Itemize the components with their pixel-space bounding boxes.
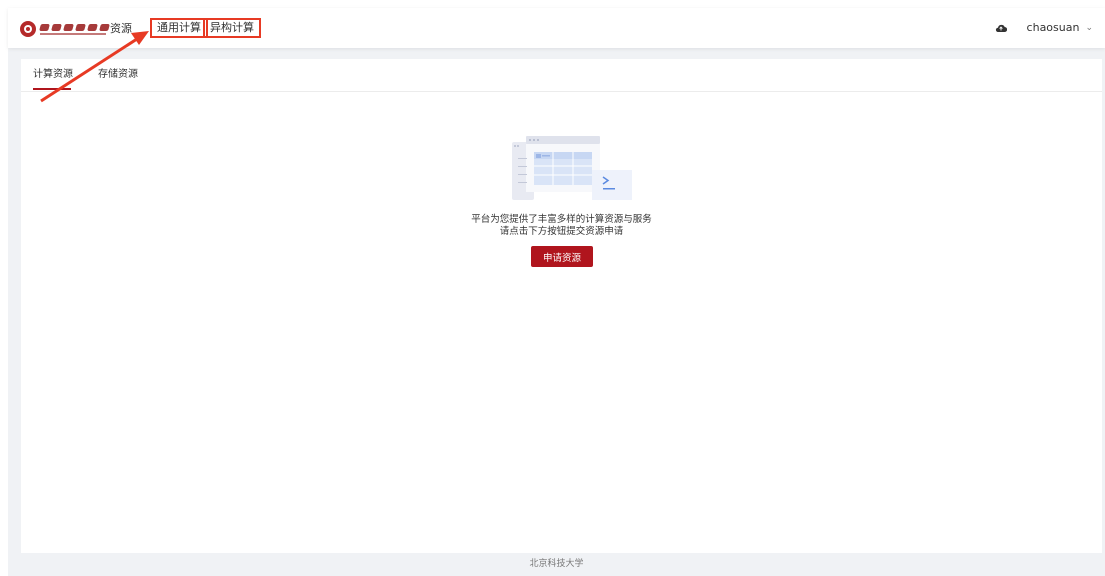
username: chaosuan xyxy=(1026,21,1080,34)
active-tab-indicator xyxy=(33,88,71,90)
tab-compute-resources[interactable]: 计算资源 xyxy=(33,68,73,82)
chevron-down-icon: ⌄ xyxy=(1085,23,1093,33)
top-navbar: 资源 通用计算 异构计算 chaosuan ⌄ xyxy=(8,8,1105,48)
resource-panel: 计算资源 存储资源 平台为您提供了丰富多样的计算资源与服务 请点击下方按钮提交资… xyxy=(21,59,1102,553)
nav-resources[interactable]: 资源 xyxy=(110,21,132,37)
nav-general-compute[interactable]: 通用计算 xyxy=(150,18,208,38)
logo-wordmark xyxy=(39,23,110,35)
empty-state-hint: 请点击下方按钮提交资源申请 xyxy=(499,226,624,237)
footer-text: 北京科技大学 xyxy=(529,559,584,569)
nav-general-compute-label: 通用计算 xyxy=(157,21,201,34)
nav-hetero-compute[interactable]: 异构计算 xyxy=(203,18,261,38)
seal-icon xyxy=(20,21,36,37)
empty-state-illustration xyxy=(512,136,636,206)
empty-state-description: 平台为您提供了丰富多样的计算资源与服务 xyxy=(471,214,652,225)
cloud-icon[interactable] xyxy=(995,23,1007,33)
tab-storage-resources[interactable]: 存储资源 xyxy=(98,68,138,82)
apply-resource-button[interactable]: 申请资源 xyxy=(531,246,593,267)
university-logo[interactable] xyxy=(20,21,110,37)
resource-tabs: 计算资源 存储资源 xyxy=(21,59,1102,92)
user-menu[interactable]: chaosuan ⌄ xyxy=(995,20,1093,36)
nav-hetero-compute-label: 异构计算 xyxy=(210,21,254,34)
